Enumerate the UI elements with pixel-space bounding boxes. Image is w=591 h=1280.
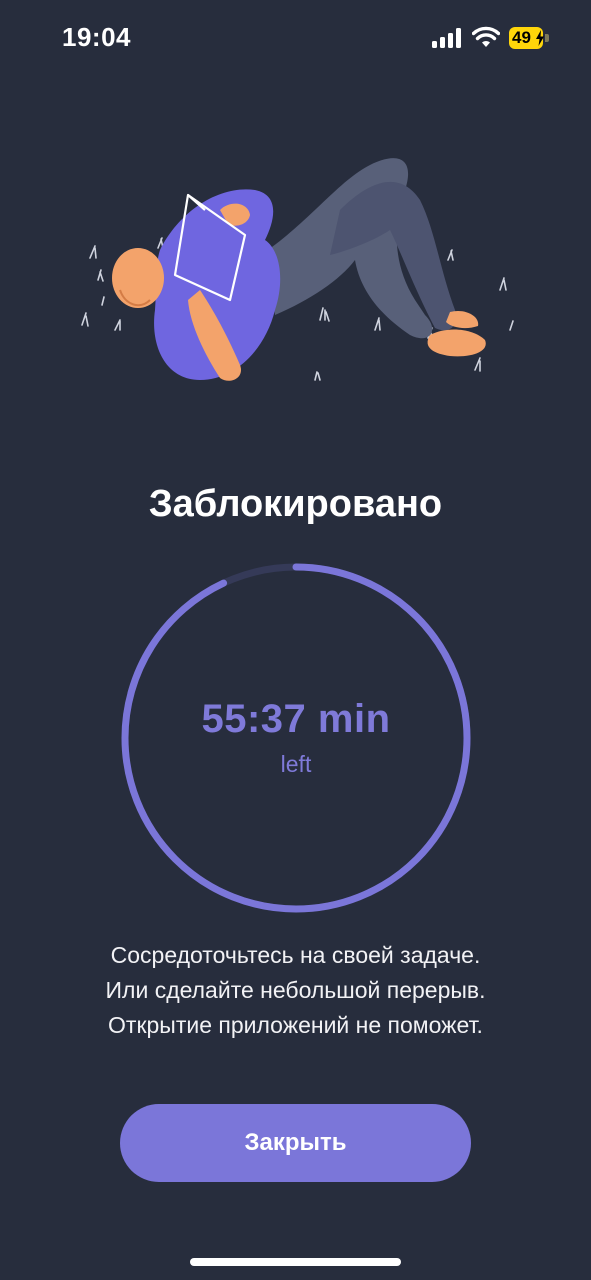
- time-remaining-label: left: [280, 751, 312, 777]
- charging-bolt-icon: [536, 30, 544, 46]
- message-line: Открытие приложений не поможет.: [108, 1012, 483, 1038]
- time-remaining: 55:37 min: [201, 697, 391, 741]
- message-line: Или сделайте небольшой перерыв.: [105, 977, 486, 1003]
- wifi-icon: [472, 26, 500, 47]
- signal-icon: [432, 28, 462, 48]
- status-bar: 19:04 49: [0, 0, 591, 80]
- page-title: Заблокировано: [148, 483, 443, 525]
- battery-icon: 49: [509, 27, 551, 49]
- countdown-timer: 55:37 min left: [120, 562, 472, 914]
- close-button[interactable]: Закрыть: [120, 1104, 471, 1182]
- person-reading-on-grass-illustration: [81, 158, 514, 381]
- status-time: 19:04: [62, 22, 131, 52]
- home-indicator[interactable]: [190, 1258, 401, 1266]
- message-text: Сосредоточьтесь на своей задаче. Или сде…: [0, 938, 591, 1043]
- message-line: Сосредоточьтесь на своей задаче.: [110, 942, 481, 968]
- battery-level: 49: [512, 28, 531, 47]
